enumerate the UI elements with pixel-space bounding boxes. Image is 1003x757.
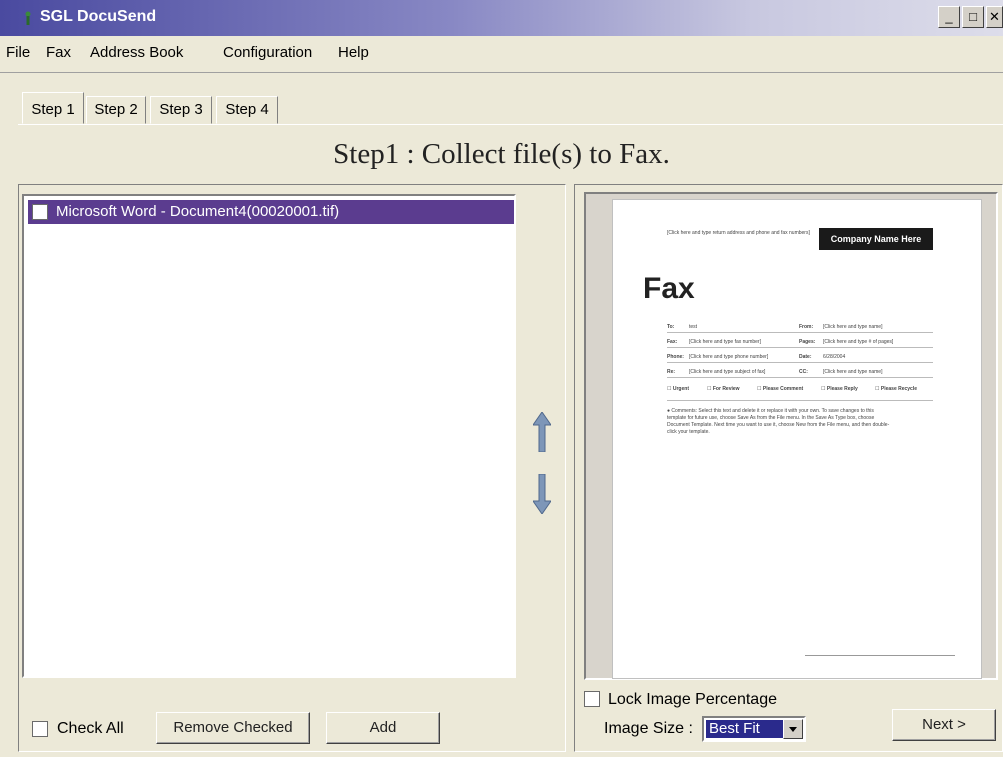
remove-checked-button[interactable]: Remove Checked	[156, 712, 310, 744]
menu-address-book[interactable]: Address Book	[90, 44, 183, 61]
preview-field-label: Date:	[799, 354, 812, 360]
preview-field-value: [Click here and type # of pages]	[823, 339, 894, 345]
preview-field-label: CC:	[799, 369, 808, 375]
list-item[interactable]: Microsoft Word - Document4(00020001.tif)	[28, 200, 514, 224]
preview-footer-rule	[805, 655, 955, 656]
tab-step-4[interactable]: Step 4	[216, 96, 278, 124]
close-button[interactable]: ✕	[986, 6, 1003, 28]
preview-field-label: Fax:	[667, 339, 678, 345]
arrow-down-icon[interactable]	[533, 474, 551, 514]
preview-check-comment: ☐ Please Comment	[757, 386, 804, 392]
maximize-button[interactable]: □	[962, 6, 984, 28]
tab-step-2[interactable]: Step 2	[86, 96, 146, 124]
preview-field-value: test	[689, 324, 698, 330]
preview-field-value: [Click here and type subject of fax]	[689, 369, 766, 375]
preview-check-recycle: ☐ Please Recycle	[875, 386, 918, 392]
preview-field-value: [Click here and type fax number]	[689, 339, 761, 345]
preview-field-label: From:	[799, 324, 814, 330]
tab-strip-line	[18, 124, 1003, 125]
preview-rule	[667, 400, 933, 401]
tab-step-3[interactable]: Step 3	[150, 96, 212, 124]
preview-field-value: [Click here and type name]	[823, 324, 883, 330]
menu-file[interactable]: File	[6, 44, 30, 61]
file-listbox[interactable]: Microsoft Word - Document4(00020001.tif)	[22, 194, 516, 678]
image-size-select[interactable]: Best Fit	[702, 716, 806, 742]
preview-check-reply: ☐ Please Reply	[821, 386, 858, 392]
preview-field-label: Phone:	[667, 354, 684, 360]
preview-comments-line: template for future use, choose Save As …	[667, 415, 875, 421]
image-size-label: Image Size :	[604, 720, 693, 737]
preview-fax-title: Fax	[643, 272, 695, 305]
file-item-label: Microsoft Word - Document4(00020001.tif)	[56, 203, 340, 220]
preview-page: [Click here and type return address and …	[612, 199, 982, 679]
preview-rule	[667, 347, 933, 348]
title-bar: SGL DocuSend _ □ ✕	[0, 0, 1003, 36]
preview-field-label: Pages:	[799, 339, 816, 345]
menu-help[interactable]: Help	[338, 44, 369, 61]
preview-company-name: Company Name Here	[819, 228, 933, 250]
dropdown-arrow-icon[interactable]	[783, 719, 803, 739]
image-size-value: Best Fit	[706, 720, 784, 738]
preview-rule	[667, 377, 933, 378]
preview-field-value: 6/28/2004	[823, 354, 846, 360]
preview-rule	[667, 332, 933, 333]
lock-image-checkbox[interactable]	[584, 691, 600, 707]
step-heading: Step1 : Collect file(s) to Fax.	[333, 138, 670, 170]
check-all-checkbox[interactable]	[32, 721, 48, 737]
menu-fax[interactable]: Fax	[46, 44, 71, 61]
preview-comments-line: click your template.	[667, 429, 710, 435]
file-item-checkbox[interactable]	[32, 204, 48, 220]
lock-image-label: Lock Image Percentage	[608, 691, 777, 708]
preview-check-urgent: ☐ Urgent	[667, 386, 689, 392]
preview-comments-line: Document Template. Next time you want to…	[667, 422, 890, 428]
preview-field-value: [Click here and type phone number]	[689, 354, 769, 360]
fax-preview: [Click here and type return address and …	[584, 192, 998, 680]
arrow-up-icon[interactable]	[533, 412, 551, 452]
menu-bar: File Fax Address Book Configuration Help	[0, 38, 1003, 66]
minimize-button[interactable]: _	[938, 6, 960, 28]
next-button[interactable]: Next >	[892, 709, 996, 741]
preview-field-label: Re:	[667, 369, 676, 375]
check-all-label: Check All	[57, 720, 124, 737]
window-title: SGL DocuSend	[40, 8, 157, 25]
tab-step-1[interactable]: Step 1	[22, 92, 84, 124]
preview-field-value: [Click here and type name]	[823, 369, 883, 375]
preview-return-address: [Click here and type return address and …	[667, 230, 810, 236]
preview-field-label: To:	[667, 324, 675, 330]
app-icon	[25, 11, 31, 25]
add-button[interactable]: Add	[326, 712, 440, 744]
preview-check-review: ☐ For Review	[707, 386, 740, 392]
menu-divider	[0, 72, 1003, 73]
preview-rule	[667, 362, 933, 363]
menu-configuration[interactable]: Configuration	[223, 44, 312, 61]
preview-comments-line: ● Comments: Select this text and delete …	[667, 408, 874, 414]
